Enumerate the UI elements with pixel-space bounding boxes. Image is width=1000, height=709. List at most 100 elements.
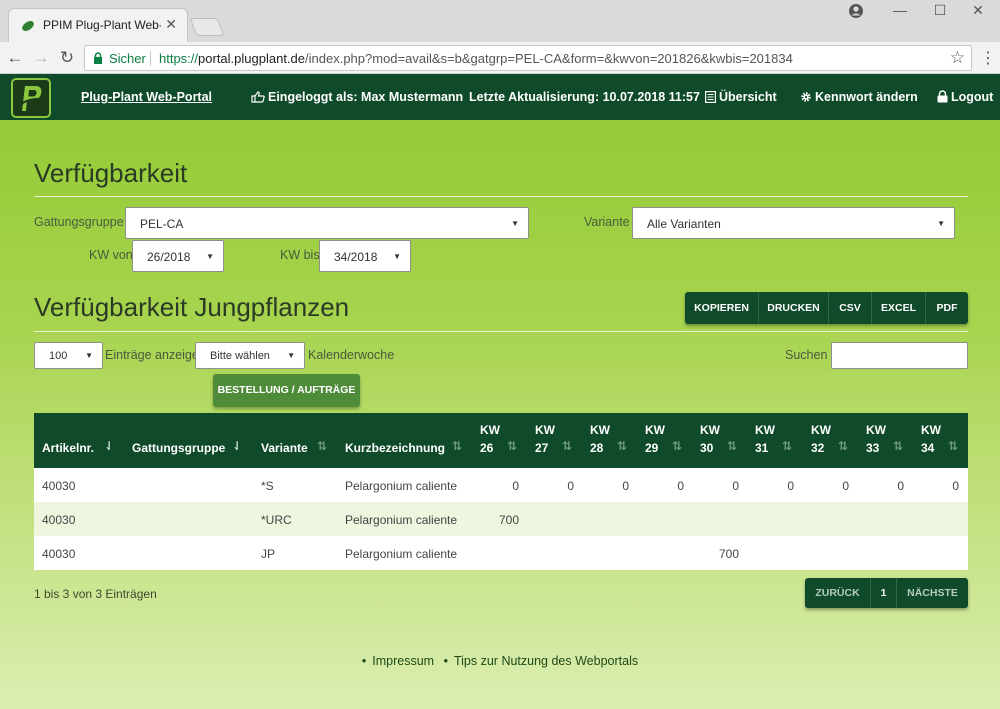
table-row[interactable]: 40030 JP Pelargonium caliente 700	[34, 536, 968, 570]
new-tab-button[interactable]	[189, 18, 225, 36]
csv-button[interactable]: CSV	[829, 292, 872, 324]
kw-prefix: KW	[811, 423, 831, 437]
col-article-label: Artikelnr.	[42, 441, 95, 455]
kw-week-number: 28	[590, 441, 604, 455]
col-group-label: Gattungsgruppe	[132, 441, 226, 455]
search-input[interactable]	[831, 342, 968, 369]
chevron-down-icon: ▼	[937, 219, 945, 228]
cell-short: Pelargonium caliente	[345, 513, 458, 527]
profile-icon[interactable]	[848, 3, 864, 19]
col-kw-header[interactable]: KW 32 ⇅	[809, 413, 864, 468]
kw-to-select[interactable]: 34/2018 ▼	[319, 240, 411, 272]
cell-kw-quantity: 0	[732, 479, 739, 493]
order-button[interactable]: BESTELLUNG / AUFTRÄGE	[213, 374, 360, 407]
variant-select[interactable]: Alle Varianten ▼	[632, 207, 955, 239]
col-variant-header[interactable]: Variante ⇅	[255, 413, 341, 468]
cell-short: Pelargonium caliente	[345, 547, 458, 561]
site-header: Plug-Plant Web-Portal Eingeloggt als: Ma…	[0, 74, 1000, 120]
logout-link[interactable]: Logout	[937, 90, 993, 104]
close-window-button[interactable]: ✕	[958, 2, 998, 19]
browser-menu-icon[interactable]: ⋮	[980, 48, 996, 68]
bookmark-star-icon[interactable]: ☆	[950, 48, 965, 68]
col-kw-header[interactable]: KW 26 ⇅	[478, 413, 533, 468]
logged-in-text: Eingeloggt als: Max Mustermann	[268, 90, 464, 104]
sort-icon: ⇅	[948, 439, 959, 453]
previous-button[interactable]: ZURÜCK	[805, 578, 871, 608]
calendar-week-suffix: Kalenderwoche	[308, 348, 395, 362]
print-button[interactable]: DRUCKEN	[759, 292, 829, 324]
cell-kw-quantity: 0	[952, 479, 959, 493]
col-kw-header[interactable]: KW 29 ⇅	[643, 413, 698, 468]
plugplant-logo[interactable]	[11, 78, 51, 118]
chevron-down-icon: ▼	[511, 219, 519, 228]
genus-group-select[interactable]: PEL-CA ▼	[125, 207, 529, 239]
page-title: Verfügbarkeit	[34, 158, 188, 188]
next-button[interactable]: NÄCHSTE	[897, 578, 968, 608]
copy-button[interactable]: KOPIEREN	[685, 292, 759, 324]
back-button[interactable]: ←	[4, 47, 26, 69]
imprint-link[interactable]: Impressum	[372, 654, 434, 668]
overview-link[interactable]: Übersicht	[705, 90, 777, 104]
col-kw-header[interactable]: KW 31 ⇅	[753, 413, 808, 468]
page-length-select[interactable]: 100 ▼	[34, 342, 103, 369]
browser-titlebar: PPIM Plug-Plant Web-Por ✕ — ☐ ✕	[0, 0, 1000, 42]
sort-icon: ⇅	[317, 439, 328, 453]
calendar-week-select[interactable]: Bitte wählen ▼	[195, 342, 305, 369]
cell-article: 40030	[42, 479, 76, 493]
logo-p-icon	[18, 86, 44, 111]
cell-article: 40030	[42, 513, 76, 527]
table-info: 1 bis 3 von 3 Einträgen	[34, 587, 157, 601]
kw-from-value: 26/2018	[147, 250, 191, 264]
kw-prefix: KW	[590, 423, 610, 437]
excel-button[interactable]: EXCEL	[872, 292, 926, 324]
sort-asc-icon: ⇃	[232, 439, 243, 453]
forward-button[interactable]: →	[30, 47, 52, 69]
section-divider	[34, 331, 968, 332]
address-separator	[150, 51, 151, 66]
maximize-button[interactable]: ☐	[920, 2, 960, 19]
page-length-value: 100	[49, 350, 68, 362]
footer: • Impressum • Tips zur Nutzung des Webport…	[0, 654, 1000, 668]
browser-tab[interactable]: PPIM Plug-Plant Web-Por ✕	[8, 8, 188, 42]
col-kw-header[interactable]: KW 30 ⇅	[698, 413, 753, 468]
lock-icon	[94, 52, 102, 64]
col-kw-header[interactable]: KW 33 ⇅	[864, 413, 919, 468]
kw-from-label: KW von	[89, 248, 133, 262]
kw-to-label: KW bis	[280, 248, 320, 262]
url-text[interactable]: https://portal.plugplant.de/index.php?mo…	[159, 51, 793, 66]
table-row[interactable]: 40030 *URC Pelargonium caliente 700	[34, 502, 968, 536]
cell-kw-quantity: 700	[718, 547, 739, 561]
address-bar[interactable]: Sicher https://portal.plugplant.de/index…	[84, 45, 972, 71]
chevron-down-icon: ▼	[206, 252, 214, 261]
col-kw-header[interactable]: KW 28 ⇅	[588, 413, 643, 468]
secure-label: Sicher	[109, 51, 146, 66]
kw-week-number: 33	[866, 441, 880, 455]
sort-icon: ⇅	[672, 439, 683, 453]
minimize-button[interactable]: —	[880, 2, 920, 18]
brand-link[interactable]: Plug-Plant Web-Portal	[81, 90, 212, 104]
url-host: portal.plugplant.de	[198, 51, 306, 66]
leaf-favicon-icon	[22, 21, 34, 31]
kw-from-select[interactable]: 26/2018 ▼	[132, 240, 224, 272]
reload-button[interactable]: ↻	[56, 47, 78, 69]
sort-icon: ⇅	[507, 439, 518, 453]
tab-close-icon[interactable]: ✕	[165, 16, 177, 33]
col-short-header[interactable]: Kurzbezeichnung ⇅	[341, 413, 471, 468]
table-header: Artikelnr. ⇃ Gattungsgruppe ⇃ Variante ⇅…	[34, 413, 968, 468]
change-password-link[interactable]: Kennwort ändern	[800, 90, 918, 104]
cell-kw-quantity: 0	[787, 479, 794, 493]
col-kw-header[interactable]: KW 27 ⇅	[533, 413, 588, 468]
title-divider	[34, 196, 968, 197]
page-1-button[interactable]: 1	[871, 578, 897, 608]
tab-title: PPIM Plug-Plant Web-Por	[43, 18, 161, 32]
col-article-header[interactable]: Artikelnr. ⇃	[34, 413, 126, 468]
col-group-header[interactable]: Gattungsgruppe ⇃	[126, 413, 255, 468]
col-kw-header[interactable]: KW 34 ⇅	[919, 413, 974, 468]
section-title: Verfügbarkeit Jungpflanzen	[34, 292, 350, 322]
pdf-button[interactable]: PDF	[926, 292, 968, 324]
tips-link[interactable]: Tips zur Nutzung des Webportals	[454, 654, 638, 668]
padlock-icon	[937, 90, 948, 103]
sort-icon: ⇅	[727, 439, 738, 453]
table-row[interactable]: 40030 *S Pelargonium caliente 0 0 0 0 0 0 0 0 0	[34, 468, 968, 502]
kw-prefix: KW	[645, 423, 665, 437]
